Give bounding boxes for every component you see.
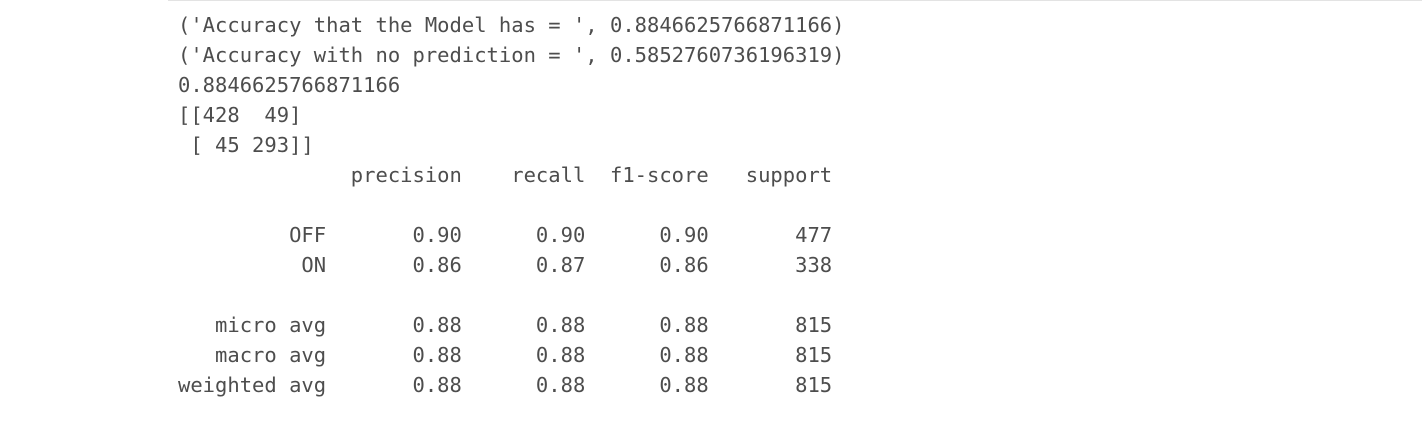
report-row-off: OFF 0.90 0.90 0.90 477 bbox=[178, 223, 833, 247]
report-blank-row bbox=[178, 280, 844, 310]
output-line-accuracy-model: ('Accuracy that the Model has = ', 0.884… bbox=[178, 13, 845, 37]
report-header-row: precision recall f1-score support bbox=[178, 163, 833, 187]
report-row-macro-avg: macro avg 0.88 0.88 0.88 815 bbox=[178, 343, 833, 367]
report-row-weighted-avg: weighted avg 0.88 0.88 0.88 815 bbox=[178, 373, 833, 397]
report-row-micro-avg: micro avg 0.88 0.88 0.88 815 bbox=[178, 313, 833, 337]
confusion-matrix-row-1: [[428 49] bbox=[178, 103, 302, 127]
report-blank-row bbox=[178, 190, 844, 220]
output-line-accuracy-value: 0.8846625766871166 bbox=[178, 73, 401, 97]
report-row-on: ON 0.86 0.87 0.86 338 bbox=[178, 253, 833, 277]
output-line-accuracy-no-prediction: ('Accuracy with no prediction = ', 0.585… bbox=[178, 43, 845, 67]
cell-output-text: ('Accuracy that the Model has = ', 0.884… bbox=[178, 10, 844, 400]
cell-top-border bbox=[168, 0, 1422, 1]
confusion-matrix-row-2: [ 45 293]] bbox=[178, 133, 314, 157]
